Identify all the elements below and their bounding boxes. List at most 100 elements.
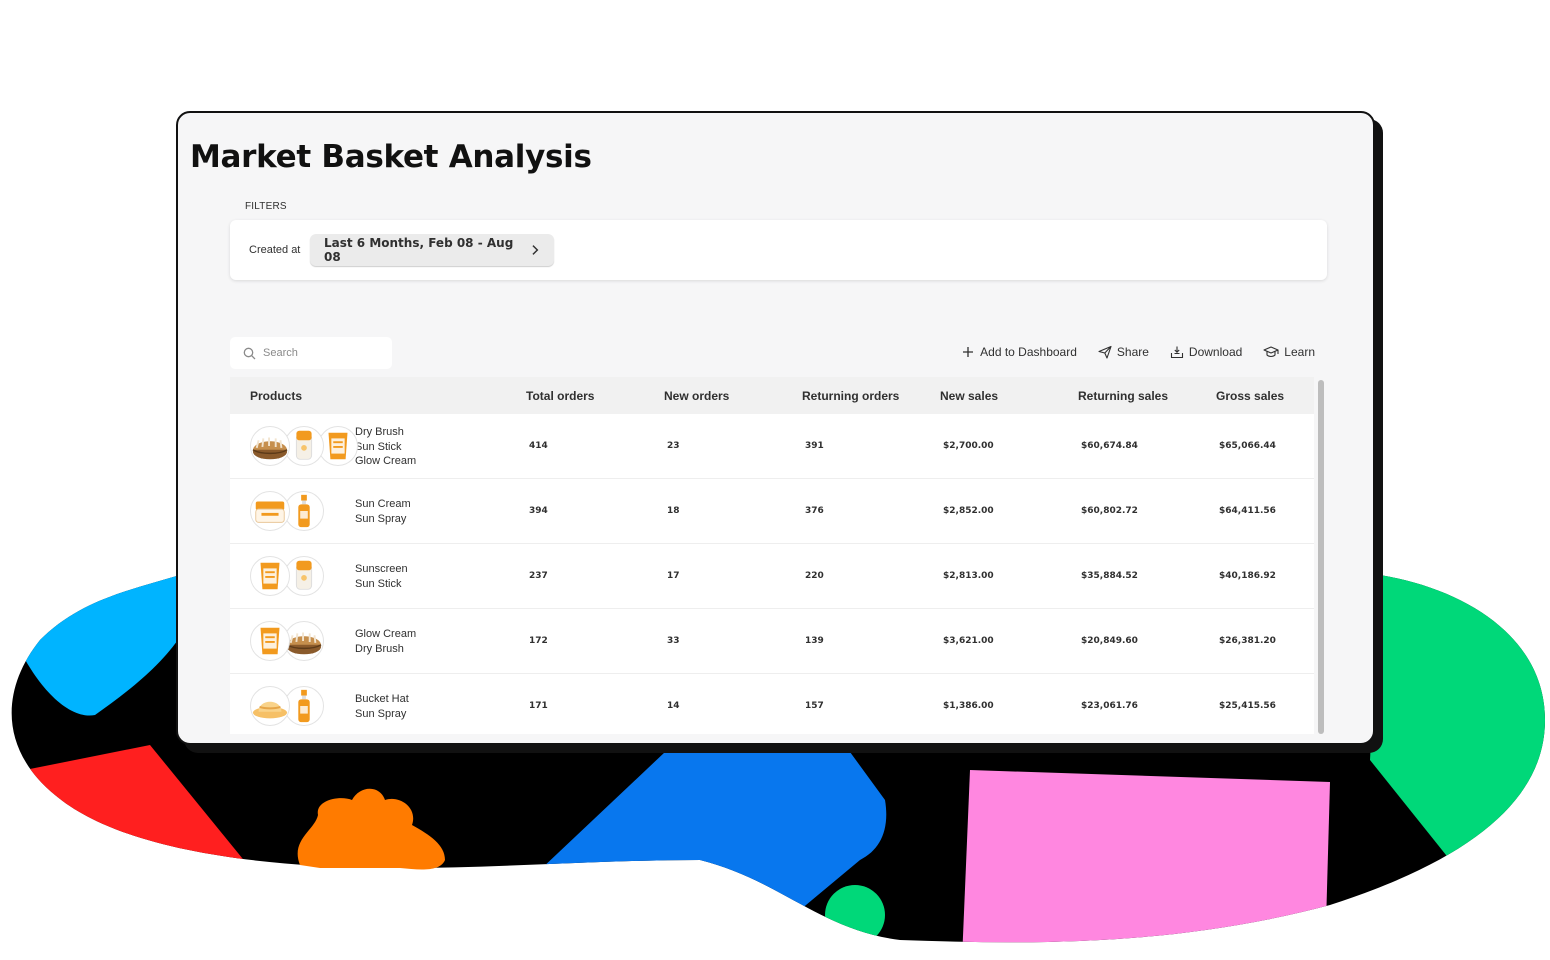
product-names: Sun Cream Sun Spray [355,497,411,526]
cell-returning-sales: $60,674.84 [1081,441,1138,451]
cell-new-orders: 33 [667,636,680,646]
table-row[interactable]: Sunscreen Sun Stick 237 17 220 $2,813.00 $35,8… [230,544,1314,609]
search-box[interactable] [230,337,392,369]
learn-button[interactable]: Learn [1263,345,1315,359]
spray-icon [284,491,324,531]
cell-gross-sales: $25,415.56 [1219,701,1276,711]
product-name: Dry Brush [355,642,404,655]
cell-returning-sales: $60,802.72 [1081,506,1138,516]
cell-new-sales: $2,700.00 [943,441,994,451]
cell-returning-sales: $23,061.76 [1081,701,1138,711]
plus-icon [963,347,974,357]
download-button[interactable]: Download [1170,345,1242,359]
product-names: Sunscreen Sun Stick [355,562,408,591]
header-returning-orders[interactable]: Returning orders [802,389,899,403]
product-name: Glow Cream [355,628,417,640]
table-scrollbar[interactable] [1318,380,1324,734]
product-name: Sun Stick [355,440,402,453]
product-name: Glow Cream [355,455,417,467]
cell-new-sales: $2,813.00 [943,571,994,581]
table-header: Products Total orders New orders Returni… [230,377,1314,414]
download-label: Download [1188,345,1243,359]
table-row[interactable]: Dry Brush Sun Stick Glow Cream 414 23 391 $2,7… [230,414,1314,479]
cell-total-orders: 237 [529,571,548,581]
product-name: Sun Cream [355,498,411,510]
filters-label: FILTERS [245,201,287,212]
filter-card: Created at Last 6 Months, Feb 08 - Aug 0… [230,220,1327,280]
product-thumbnails [250,686,326,726]
cell-returning-sales: $35,884.52 [1081,571,1138,581]
header-total-orders[interactable]: Total orders [526,389,594,403]
product-name: Bucket Hat [355,693,409,705]
send-icon [1098,345,1112,359]
cell-total-orders: 172 [529,636,548,646]
cell-new-orders: 17 [667,571,680,581]
cell-new-orders: 18 [667,506,680,516]
table-row[interactable]: Sun Cream Sun Spray 394 18 376 $2,852.00 $60,8… [230,479,1314,544]
chevron-right-icon [532,245,539,255]
header-products[interactable]: Products [250,389,302,403]
hat-icon [250,686,290,726]
cream-tube-icon [318,426,358,466]
cell-gross-sales: $40,186.92 [1219,571,1276,581]
table-body: Dry Brush Sun Stick Glow Cream 414 23 391 $2,7… [230,414,1314,734]
cell-new-orders: 23 [667,441,680,451]
cell-total-orders: 171 [529,701,548,711]
add-to-dashboard-label: Add to Dashboard [980,345,1077,359]
share-button[interactable]: Share [1098,345,1149,359]
toolbar: Add to Dashboard Share Download Learn [961,345,1315,359]
product-name: Dry Brush [355,426,404,438]
products-table: Products Total orders New orders Returni… [230,377,1314,734]
header-new-sales[interactable]: New sales [940,389,998,403]
graduation-cap-icon [1263,346,1279,358]
product-thumbnails [250,621,326,661]
cream-tube-icon [250,556,290,596]
brush-icon [250,426,290,466]
product-names: Dry Brush Sun Stick Glow Cream [355,425,416,469]
product-thumbnails [250,556,326,596]
product-names: Glow Cream Dry Brush [355,627,416,656]
table-row[interactable]: Bucket Hat Sun Spray 171 14 157 $1,386.00 $23,… [230,674,1314,734]
table-row[interactable]: Glow Cream Dry Brush 172 33 139 $3,621.00 $20,… [230,609,1314,674]
stick-icon [284,556,324,596]
cell-new-sales: $2,852.00 [943,506,994,516]
cell-gross-sales: $26,381.20 [1219,636,1276,646]
date-range-value: Last 6 Months, Feb 08 - Aug 08 [324,236,514,264]
date-range-filter-button[interactable]: Last 6 Months, Feb 08 - Aug 08 [310,234,554,266]
cell-returning-orders: 391 [805,441,824,451]
cell-new-sales: $3,621.00 [943,636,994,646]
product-thumbnails [250,426,358,466]
app-window: Market Basket Analysis FILTERS Created a… [176,111,1375,745]
page-title: Market Basket Analysis [190,139,592,175]
cell-returning-orders: 139 [805,636,824,646]
stick-icon [284,426,324,466]
cream-tube-icon [250,621,290,661]
cell-gross-sales: $64,411.56 [1219,506,1276,516]
filter-key-label: Created at [249,244,301,256]
cell-returning-orders: 376 [805,506,824,516]
header-new-orders[interactable]: New orders [664,389,729,403]
brush-icon [284,621,324,661]
learn-label: Learn [1284,345,1315,359]
jar-icon [250,491,290,531]
cell-returning-orders: 157 [805,701,824,711]
cell-new-orders: 14 [667,701,680,711]
search-icon [243,347,256,359]
cell-total-orders: 394 [529,506,548,516]
cell-total-orders: 414 [529,441,548,451]
cell-returning-sales: $20,849.60 [1081,636,1138,646]
spray-icon [284,686,324,726]
header-gross-sales[interactable]: Gross sales [1216,389,1284,403]
download-tray-icon [1170,346,1183,359]
header-returning-sales[interactable]: Returning sales [1078,389,1168,403]
search-input[interactable] [263,347,373,359]
cell-returning-orders: 220 [805,571,824,581]
cell-new-sales: $1,386.00 [943,701,994,711]
cell-gross-sales: $65,066.44 [1219,441,1276,451]
product-name: Sun Spray [355,707,407,720]
add-to-dashboard-button[interactable]: Add to Dashboard [961,345,1077,359]
product-name: Sun Stick [355,577,402,590]
product-names: Bucket Hat Sun Spray [355,692,409,721]
product-name: Sun Spray [355,512,407,525]
share-label: Share [1116,345,1149,359]
